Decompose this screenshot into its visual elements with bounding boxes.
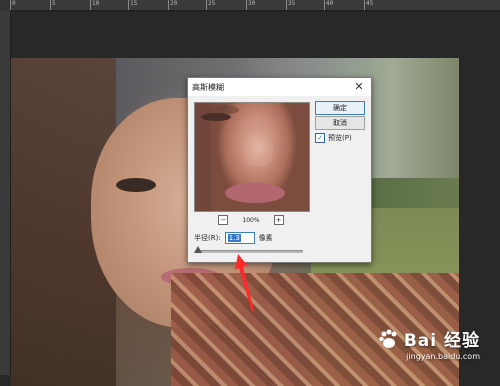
horizontal-ruler: 0 5 10 15 20 25 30 35 40 45 [0,0,500,11]
paw-icon [379,329,397,348]
ruler-tick: 0 [12,0,16,7]
radius-slider-thumb[interactable] [194,246,203,253]
zoom-level: 100% [242,216,260,224]
zoom-in-button[interactable]: + [273,215,284,225]
ruler-tick: 5 [52,0,56,7]
watermark-logo: Bai 经验 [378,326,480,351]
preview-checkbox[interactable]: ✓ [315,133,325,143]
vertical-ruler [0,10,11,375]
ruler-tick: 35 [288,0,296,7]
preview-lips [225,183,285,203]
cancel-button[interactable]: 取消 [315,116,365,130]
ok-button[interactable]: 确定 [315,101,365,115]
preview-nose [243,133,273,167]
watermark-brand: Bai 经验 [403,331,480,351]
radius-unit: 像素 [258,234,273,242]
close-icon[interactable]: ✕ [353,81,365,93]
blur-preview[interactable] [194,102,310,212]
watermark: Bai 经验 jingyan.baidu.com [378,326,480,361]
gaussian-blur-dialog: 高斯模糊 ✕ − 100% + 确定 取消 ✓ 预览(P) 半径(R): 1.3… [187,77,372,263]
preview-label: 预览(P) [328,134,352,142]
dialog-title: 高斯模糊 [192,82,224,92]
radius-label: 半径(R): [194,234,221,242]
ruler-corner [0,0,10,10]
zoom-controls: − 100% + [194,215,308,225]
watermark-url: jingyan.baidu.com [406,352,480,361]
annotation-arrow [235,254,254,312]
ruler-tick: 10 [92,0,100,7]
ruler-tick: 45 [366,0,374,7]
photo-eye [116,178,156,192]
ruler-tick: 25 [208,0,216,7]
zoom-out-button[interactable]: − [218,215,229,225]
ruler-tick: 15 [130,0,138,7]
ruler-tick: 40 [326,0,334,7]
radius-input[interactable]: 1.3 [224,232,255,244]
radius-slider-track[interactable] [196,250,303,253]
radius-value: 1.3 [227,234,241,242]
preview-toggle[interactable]: ✓ 预览(P) [315,133,352,143]
ruler-tick: 20 [170,0,178,7]
preview-eye [201,113,231,121]
ruler-tick: 30 [248,0,256,7]
radius-row: 半径(R): 1.3 像素 [194,232,273,244]
dialog-titlebar[interactable]: 高斯模糊 [188,78,371,96]
